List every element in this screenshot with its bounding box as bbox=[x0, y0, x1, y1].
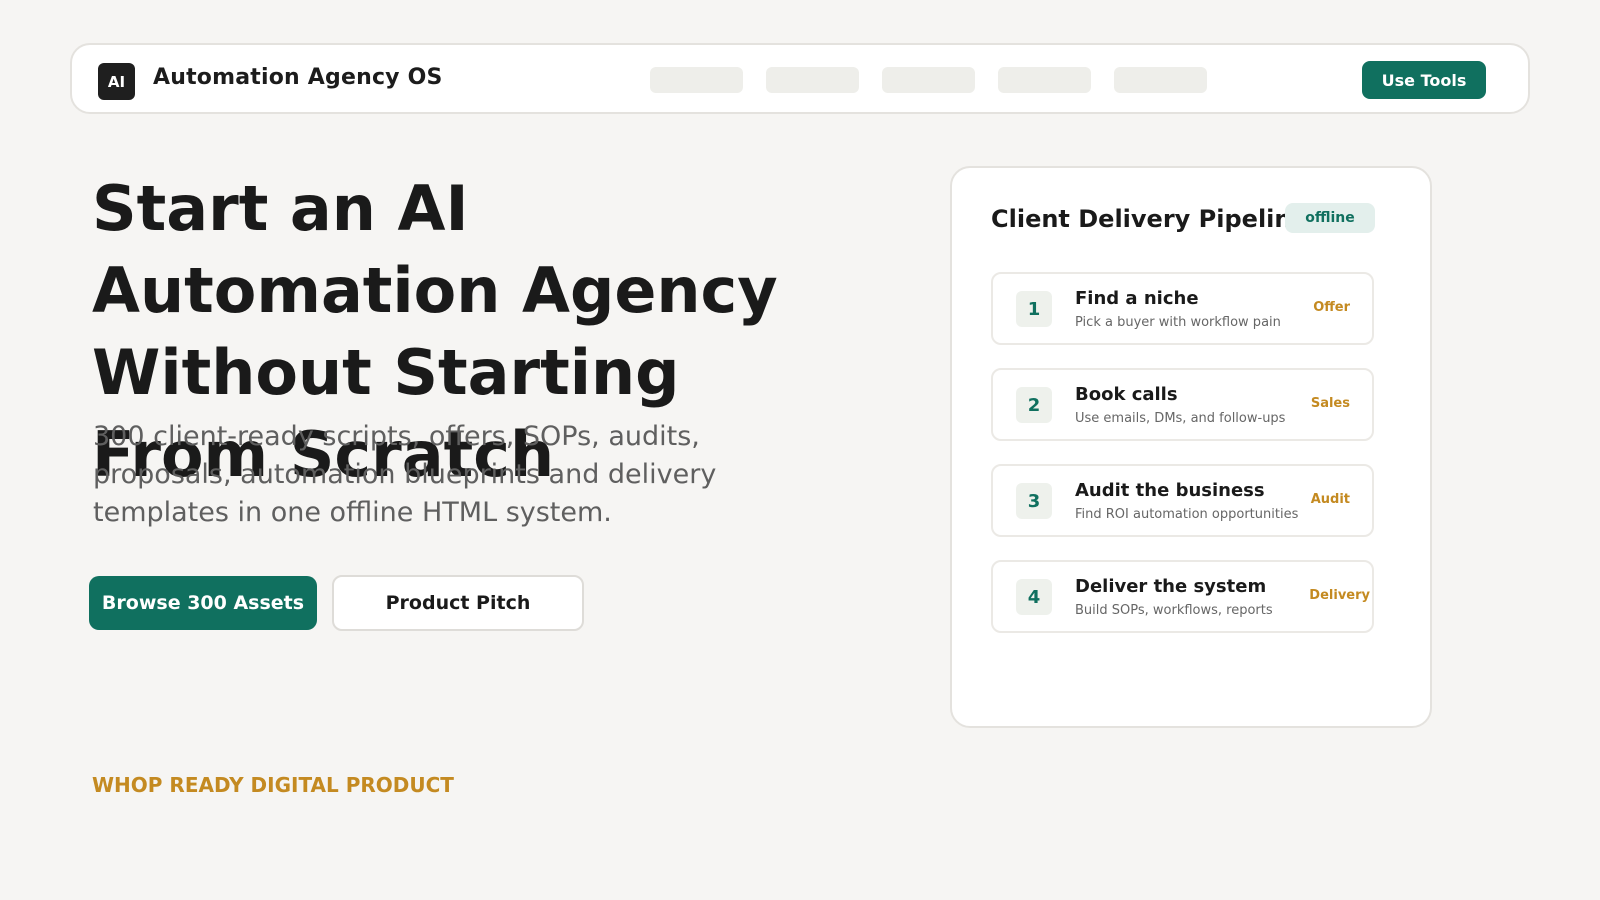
logo-badge[interactable]: AI bbox=[98, 63, 135, 100]
nav-link-placeholder[interactable] bbox=[882, 67, 975, 93]
pipeline-step[interactable]: 2 Book calls Use emails, DMs, and follow… bbox=[991, 368, 1374, 441]
step-tag: Audit bbox=[1310, 492, 1350, 507]
step-title: Find a niche bbox=[1075, 288, 1199, 309]
status-badge: offline bbox=[1285, 203, 1375, 233]
nav-link-placeholder[interactable] bbox=[998, 67, 1091, 93]
step-title: Audit the business bbox=[1075, 480, 1265, 501]
step-description: Use emails, DMs, and follow-ups bbox=[1075, 411, 1286, 426]
nav-link-placeholder[interactable] bbox=[766, 67, 859, 93]
pipeline-card: Client Delivery Pipeline offline 1 Find … bbox=[950, 166, 1432, 728]
step-description: Pick a buyer with workflow pain bbox=[1075, 315, 1281, 330]
pipeline-step[interactable]: 1 Find a niche Pick a buyer with workflo… bbox=[991, 272, 1374, 345]
product-pitch-button[interactable]: Product Pitch bbox=[332, 575, 584, 631]
app-title[interactable]: Automation Agency OS bbox=[153, 65, 443, 90]
step-tag: Offer bbox=[1313, 300, 1350, 315]
pipeline-title: Client Delivery Pipeline bbox=[991, 205, 1308, 233]
browse-assets-button[interactable]: Browse 300 Assets bbox=[89, 576, 317, 630]
nav-link-placeholder[interactable] bbox=[650, 67, 743, 93]
nav-links bbox=[650, 67, 1207, 93]
pipeline-steps: 1 Find a niche Pick a buyer with workflo… bbox=[991, 272, 1374, 656]
product-eyebrow-label: WHOP READY DIGITAL PRODUCT bbox=[92, 773, 454, 797]
step-number: 3 bbox=[1016, 483, 1052, 519]
step-tag: Delivery bbox=[1309, 588, 1370, 603]
step-number: 4 bbox=[1016, 579, 1052, 615]
step-title: Book calls bbox=[1075, 384, 1178, 405]
top-navbar: AI Automation Agency OS Use Tools bbox=[70, 43, 1530, 114]
pipeline-step[interactable]: 4 Deliver the system Build SOPs, workflo… bbox=[991, 560, 1374, 633]
step-description: Build SOPs, workflows, reports bbox=[1075, 603, 1273, 618]
step-number: 2 bbox=[1016, 387, 1052, 423]
step-title: Deliver the system bbox=[1075, 576, 1267, 597]
use-tools-button[interactable]: Use Tools bbox=[1362, 61, 1486, 99]
hero-subtitle: 300 client-ready scripts, offers, SOPs, … bbox=[93, 421, 717, 528]
step-description: Find ROI automation opportunities bbox=[1075, 507, 1299, 522]
pipeline-step[interactable]: 3 Audit the business Find ROI automation… bbox=[991, 464, 1374, 537]
step-tag: Sales bbox=[1310, 396, 1350, 411]
step-number: 1 bbox=[1016, 291, 1052, 327]
nav-link-placeholder[interactable] bbox=[1114, 67, 1207, 93]
